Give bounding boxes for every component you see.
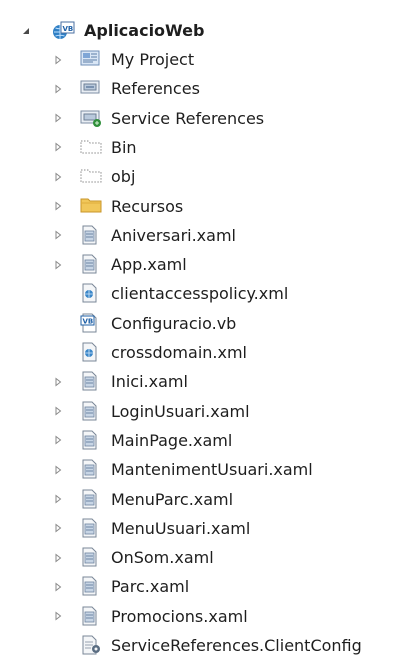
- tree-item-label: Recursos: [111, 196, 184, 216]
- xaml-file-icon: [80, 459, 102, 479]
- tree-item[interactable]: obj: [0, 162, 403, 191]
- tree-item-label: OnSom.xaml: [111, 548, 214, 568]
- xaml-file-icon: [80, 430, 102, 450]
- tree-item[interactable]: OnSom.xaml: [0, 543, 403, 572]
- tree-item-label: LoginUsuari.xaml: [111, 401, 250, 421]
- tree-item[interactable]: clientaccesspolicy.xml: [0, 279, 403, 308]
- collapsed-arrow-icon[interactable]: [52, 581, 64, 593]
- xaml-file-icon: [80, 518, 102, 538]
- tree-item-label: References: [111, 79, 200, 99]
- tree-item-label: MenuUsuari.xaml: [111, 518, 251, 538]
- xaml-file-icon: [80, 401, 102, 421]
- collapsed-arrow-icon[interactable]: [52, 493, 64, 505]
- tree-item-label: MenuParc.xaml: [111, 489, 234, 509]
- service-references-icon: [80, 108, 102, 128]
- collapsed-arrow-icon[interactable]: [52, 610, 64, 622]
- tree-item-label: Service References: [111, 108, 265, 128]
- tree-item[interactable]: VB Configuracio.vb: [0, 309, 403, 338]
- tree-item[interactable]: MenuParc.xaml: [0, 485, 403, 514]
- tree-item[interactable]: MantenimentUsuari.xaml: [0, 455, 403, 484]
- tree-item[interactable]: Bin: [0, 133, 403, 162]
- collapsed-arrow-icon[interactable]: [52, 54, 64, 66]
- solution-explorer-tree: VB AplicacioWeb My Project References Serv…: [0, 0, 403, 662]
- collapsed-arrow-icon[interactable]: [52, 552, 64, 564]
- collapsed-arrow-icon[interactable]: [52, 376, 64, 388]
- tree-item[interactable]: Promocions.xaml: [0, 602, 403, 631]
- xaml-file-icon: [80, 489, 102, 509]
- collapsed-arrow-icon[interactable]: [52, 259, 64, 271]
- collapsed-arrow-icon[interactable]: [52, 200, 64, 212]
- tree-item-label: Aniversari.xaml: [111, 225, 236, 245]
- folder-icon: [80, 196, 102, 216]
- tree-item-label: crossdomain.xml: [111, 343, 247, 362]
- config-file-icon: [80, 635, 102, 655]
- tree-item[interactable]: Aniversari.xaml: [0, 221, 403, 250]
- tree-item-label: Promocions.xaml: [111, 606, 248, 626]
- tree-item[interactable]: My Project: [0, 45, 403, 74]
- tree-item-label: MainPage.xaml: [111, 430, 233, 450]
- tree-item[interactable]: MenuUsuari.xaml: [0, 514, 403, 543]
- xaml-file-icon: [80, 254, 102, 274]
- tree-item[interactable]: Service References: [0, 104, 403, 133]
- tree-item-label: Bin: [111, 137, 137, 157]
- collapsed-arrow-icon[interactable]: [52, 171, 64, 183]
- vb-file-icon: VB: [80, 313, 102, 333]
- tree-item[interactable]: MainPage.xaml: [0, 426, 403, 455]
- xaml-file-icon: [80, 371, 102, 391]
- collapsed-arrow-icon[interactable]: [52, 83, 64, 95]
- xaml-file-icon: [80, 225, 102, 245]
- folder-dotted-icon: [80, 137, 102, 157]
- tree-item-label: Inici.xaml: [111, 372, 188, 392]
- tree-item[interactable]: crossdomain.xml: [0, 338, 403, 367]
- tree-root-node[interactable]: VB AplicacioWeb: [0, 16, 403, 45]
- tree-item[interactable]: App.xaml: [0, 250, 403, 279]
- tree-item[interactable]: Recursos: [0, 192, 403, 221]
- folder-dotted-icon: [80, 166, 102, 186]
- svg-text:VB: VB: [63, 25, 74, 33]
- collapsed-arrow-icon[interactable]: [52, 434, 64, 446]
- collapsed-arrow-icon[interactable]: [52, 141, 64, 153]
- tree-item[interactable]: References: [0, 74, 403, 103]
- collapsed-arrow-icon[interactable]: [52, 229, 64, 241]
- tree-item-label: ServiceReferences.ClientConfig: [111, 636, 362, 655]
- tree-item-label: clientaccesspolicy.xml: [111, 284, 289, 304]
- tree-item[interactable]: ServiceReferences.ClientConfig: [0, 631, 403, 660]
- tree-item-label: MantenimentUsuari.xaml: [111, 460, 313, 480]
- root-project-label: AplicacioWeb: [84, 21, 205, 40]
- svg-text:VB: VB: [83, 317, 94, 325]
- expanded-arrow-icon[interactable]: [20, 25, 32, 37]
- tree-item-label: Configuracio.vb: [111, 313, 237, 333]
- tree-item[interactable]: Parc.xaml: [0, 572, 403, 601]
- tree-item[interactable]: Inici.xaml: [0, 367, 403, 396]
- collapsed-arrow-icon[interactable]: [52, 112, 64, 124]
- xaml-file-icon: [80, 576, 102, 596]
- vb-web-project-icon: VB: [52, 20, 76, 42]
- my-project-icon: [80, 49, 102, 69]
- xaml-file-icon: [80, 606, 102, 626]
- references-icon: [80, 78, 102, 98]
- collapsed-arrow-icon[interactable]: [52, 405, 64, 417]
- xml-file-icon: [80, 283, 102, 303]
- collapsed-arrow-icon[interactable]: [52, 522, 64, 534]
- tree-item-label: My Project: [111, 50, 195, 69]
- tree-item-label: App.xaml: [111, 255, 187, 275]
- tree-item-label: Parc.xaml: [111, 577, 190, 597]
- xaml-file-icon: [80, 547, 102, 567]
- xml-file-icon: [80, 342, 102, 362]
- tree-item-label: obj: [111, 167, 136, 187]
- tree-item[interactable]: LoginUsuari.xaml: [0, 397, 403, 426]
- collapsed-arrow-icon[interactable]: [52, 464, 64, 476]
